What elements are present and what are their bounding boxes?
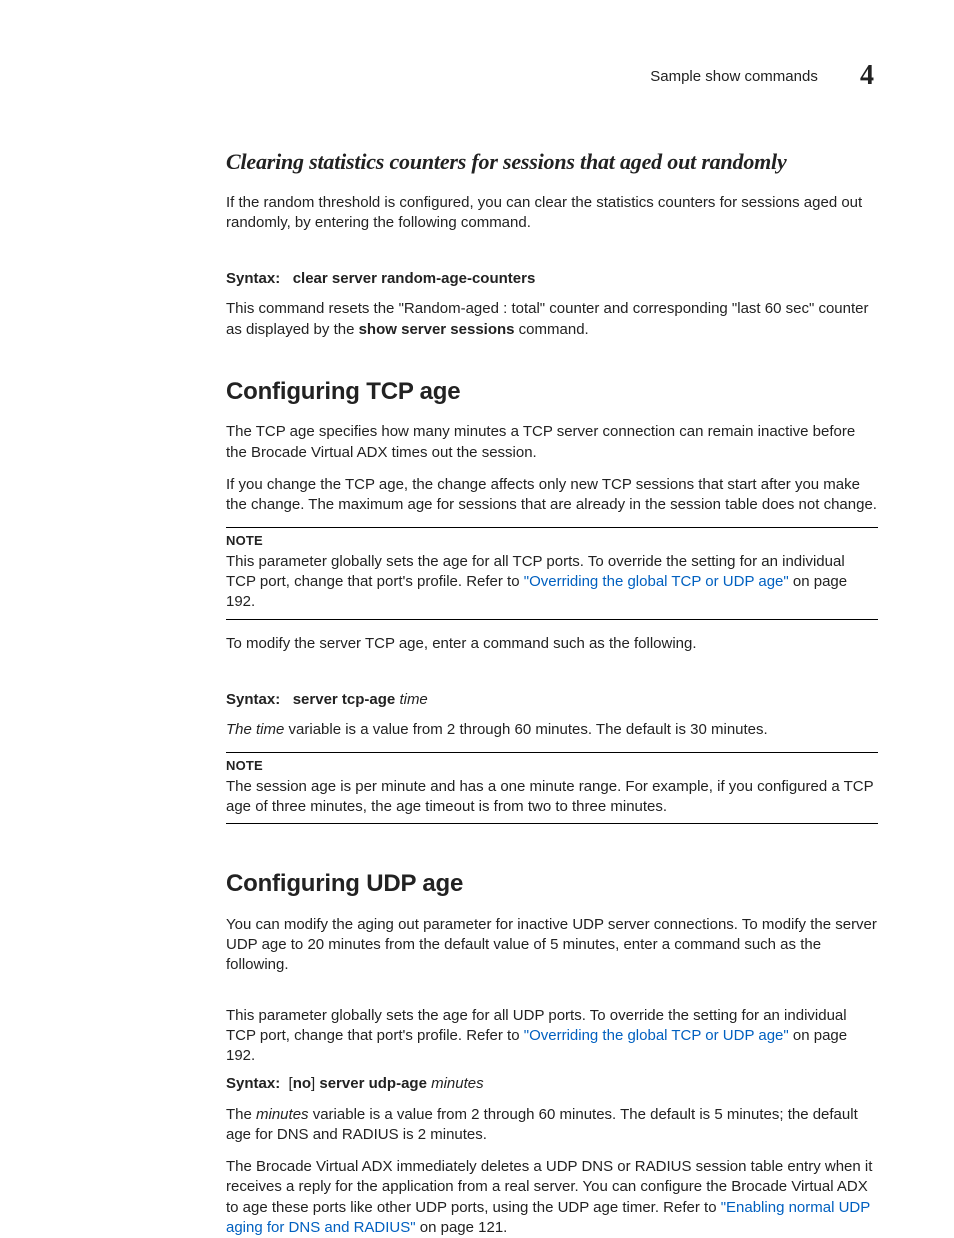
page: Sample show commands 4 Clearing statisti…	[0, 0, 954, 1235]
text-fragment: variable is a value from 2 through 60 mi…	[226, 1106, 858, 1143]
syntax-line-1: Syntax: clear server random-age-counters	[226, 269, 878, 289]
syntax-line-3: Syntax: [no] server udp-age minutes	[226, 1074, 878, 1094]
text-fragment: command.	[515, 321, 589, 338]
header-title: Sample show commands	[650, 68, 818, 85]
syntax-label: Syntax:	[226, 1075, 280, 1092]
para-tcp-2: If you change the TCP age, the change af…	[226, 475, 878, 516]
text-italic: minutes	[256, 1106, 309, 1123]
content-area: Clearing statistics counters for session…	[226, 147, 878, 1238]
text-fragment: The	[226, 1106, 256, 1123]
para-udp-3: The minutes variable is a value from 2 t…	[226, 1105, 878, 1146]
para-tcp-4: The time variable is a value from 2 thro…	[226, 720, 878, 740]
syntax-label: Syntax:	[226, 270, 280, 287]
syntax-command: server tcp-age	[293, 691, 396, 708]
para-tcp-1: The TCP age specifies how many minutes a…	[226, 422, 878, 463]
heading-udp-age: Configuring UDP age	[226, 868, 878, 900]
syntax-label: Syntax:	[226, 691, 280, 708]
note-block-1: NOTE This parameter globally sets the ag…	[226, 527, 878, 619]
note-body: The session age is per minute and has a …	[226, 777, 878, 818]
para-tcp-3: To modify the server TCP age, enter a co…	[226, 634, 878, 654]
para-desc-1: This command resets the "Random-aged : t…	[226, 299, 878, 340]
text-fragment: on page 121.	[416, 1219, 508, 1236]
para-udp-4: The Brocade Virtual ADX immediately dele…	[226, 1157, 878, 1238]
text-italic: The time	[226, 721, 284, 738]
syntax-arg: minutes	[431, 1075, 484, 1092]
heading-clearing-stats: Clearing statistics counters for session…	[226, 147, 878, 177]
note-body: This parameter globally sets the age for…	[226, 552, 878, 613]
link-override-tcp-udp-2[interactable]: "Overriding the global TCP or UDP age"	[524, 1027, 789, 1044]
para-intro-1: If the random threshold is configured, y…	[226, 193, 878, 234]
running-header: Sample show commands 4	[70, 60, 884, 92]
chapter-number: 4	[860, 60, 874, 92]
syntax-command: clear server random-age-counters	[293, 270, 536, 287]
note-label: NOTE	[226, 757, 878, 775]
syntax-arg: time	[399, 691, 427, 708]
note-block-2: NOTE The session age is per minute and h…	[226, 752, 878, 824]
heading-tcp-age: Configuring TCP age	[226, 376, 878, 408]
para-udp-1: You can modify the aging out parameter f…	[226, 915, 878, 976]
command-inline: show server sessions	[359, 321, 515, 338]
para-udp-2: This parameter globally sets the age for…	[226, 1006, 878, 1067]
syntax-bracket: ]	[311, 1075, 315, 1092]
link-override-tcp-udp[interactable]: "Overriding the global TCP or UDP age"	[524, 573, 789, 590]
note-label: NOTE	[226, 532, 878, 550]
syntax-line-2: Syntax: server tcp-age time	[226, 690, 878, 710]
syntax-command: server udp-age	[319, 1075, 427, 1092]
text-fragment: variable is a value from 2 through 60 mi…	[284, 721, 767, 738]
syntax-no: no	[293, 1075, 311, 1092]
